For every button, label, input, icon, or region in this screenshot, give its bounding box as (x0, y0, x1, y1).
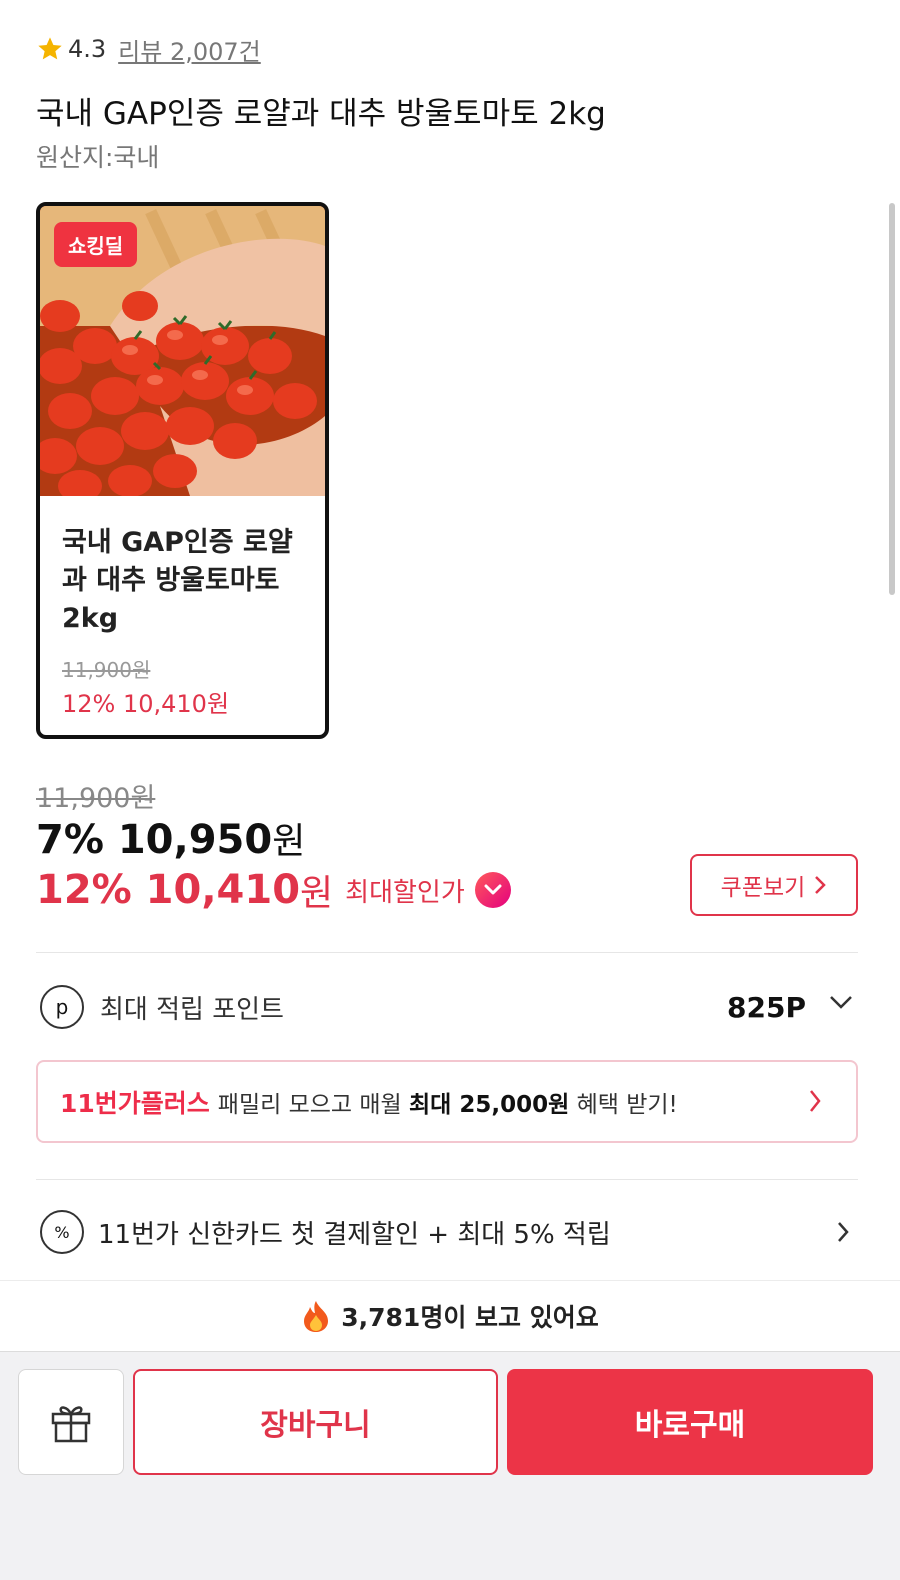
points-label: 최대 적립 포인트 (100, 994, 284, 1025)
plus-brand: 11번가플러스 (60, 1088, 210, 1118)
plus-text-before: 패밀리 모으고 매월 (217, 1091, 402, 1118)
scrollbar[interactable] (889, 203, 895, 595)
gift-icon (51, 1406, 91, 1443)
divider (36, 952, 858, 953)
discount-price: 7% 10,950원 (36, 812, 305, 864)
card-promo-row[interactable]: % 11번가 신한카드 첫 결제할인 + 최대 5% 적립 (36, 1207, 858, 1257)
rating-value: 4.3 (68, 35, 107, 63)
origin-label: 원산지:국내 (36, 143, 160, 172)
cart-button[interactable]: 장바구니 (133, 1369, 498, 1475)
points-row[interactable]: p 최대 적립 포인트 825P (36, 982, 858, 1032)
bottom-action-bar: 장바구니 바로구매 (0, 1351, 900, 1580)
star-icon (38, 37, 62, 60)
buy-now-button[interactable]: 바로구매 (507, 1369, 873, 1475)
plus-text-after: 혜택 받기! (576, 1091, 678, 1118)
coupon-view-button[interactable]: 쿠폰보기 (690, 854, 858, 916)
plus-membership-banner[interactable]: 11번가플러스 패밀리 모으고 매월 최대 25,000원 혜택 받기! (36, 1060, 858, 1143)
discount-price-value: 7% 10,950 (36, 817, 273, 863)
chevron-right-icon (838, 1222, 849, 1242)
viewers-text: 3,781명이 보고 있어요 (341, 1302, 599, 1332)
coupon-view-label: 쿠폰보기 (720, 875, 806, 901)
original-price: 11,900원 (36, 783, 156, 814)
chevron-right-icon (815, 876, 827, 894)
rating-row: 4.3 리뷰 2,007건 (36, 30, 261, 68)
chevron-right-icon (810, 1090, 821, 1112)
divider (36, 1179, 858, 1180)
product-image: 쇼킹딜 (40, 206, 325, 496)
discount-price-unit: 원 (272, 821, 306, 862)
product-title: 국내 GAP인증 로얄과 대추 방울토마토 2kg (36, 96, 606, 132)
plus-text-bold: 최대 25,000원 (409, 1091, 570, 1118)
max-discount-label: 최대할인가 (345, 877, 465, 908)
max-discount-value: 12% 10,410 (36, 867, 301, 913)
max-discount-price: 12% 10,410 원 최대할인가 (36, 864, 511, 916)
gift-button[interactable] (18, 1369, 124, 1475)
percent-icon: % (40, 1210, 84, 1254)
deal-original-price: 11,900원 (62, 658, 151, 682)
points-value: 825P (727, 990, 806, 1024)
deal-product-name: 국내 GAP인증 로얄과 대추 방울토마토 2kg (62, 527, 293, 634)
review-count-link[interactable]: 리뷰 2,007건 (118, 32, 261, 67)
deal-card[interactable]: 쇼킹딜 국내 GAP인증 로얄과 대추 방울토마토 2kg 11,900원 12… (36, 202, 329, 739)
max-discount-unit: 원 (300, 873, 334, 914)
point-icon: p (40, 985, 84, 1029)
deal-sale-price: 12% 10,410원 (62, 690, 230, 718)
shocking-deal-badge: 쇼킹딜 (54, 222, 138, 267)
viewers-bar: 3,781명이 보고 있어요 (0, 1280, 900, 1350)
fire-icon (304, 1300, 329, 1332)
chevron-down-icon[interactable] (828, 994, 854, 1010)
plus-text: 패밀리 모으고 매월 최대 25,000원 혜택 받기! (218, 1085, 678, 1119)
chevron-down-badge-icon[interactable] (474, 872, 511, 908)
card-promo-text: 11번가 신한카드 첫 결제할인 + 최대 5% 적립 (98, 1219, 611, 1250)
